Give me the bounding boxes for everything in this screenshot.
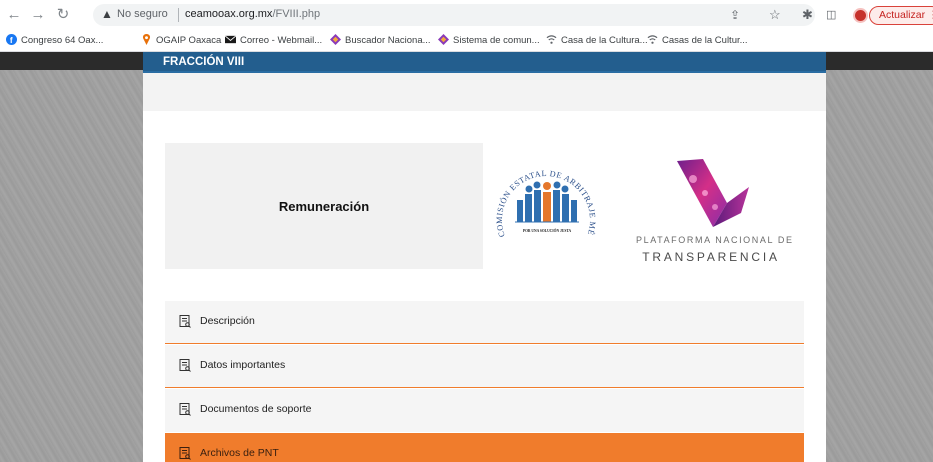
menu-item-datos-importantes[interactable]: Datos importantes bbox=[165, 345, 804, 388]
warning-triangle-icon[interactable]: ▲ bbox=[101, 7, 113, 21]
bookmark-item[interactable]: Sistema de comun... bbox=[438, 33, 540, 49]
pnt-line1: PLATAFORMA NACIONAL DE bbox=[636, 235, 794, 245]
pnt-line2: TRANSPARENCIA bbox=[642, 250, 780, 264]
bookmark-label: Congreso 64 Oax... bbox=[21, 35, 104, 46]
document-icon bbox=[179, 403, 191, 416]
wifi-icon bbox=[546, 35, 557, 44]
section-title: FRACCIÓN VIII bbox=[163, 56, 245, 68]
update-button[interactable]: Actualizar ⋮ bbox=[869, 6, 933, 25]
back-arrow-icon[interactable]: ← bbox=[6, 7, 22, 23]
facebook-icon: f bbox=[6, 34, 17, 45]
document-icon bbox=[179, 447, 191, 460]
section-header-bar: FRACCIÓN VIII bbox=[143, 52, 826, 73]
document-icon bbox=[179, 359, 191, 372]
svg-text:f: f bbox=[10, 36, 13, 45]
bookmark-item[interactable]: OGAIP Oaxaca bbox=[141, 33, 221, 49]
url-text[interactable]: ceamooax.org.mx/FVIII.php bbox=[185, 8, 320, 20]
content-panel: FRACCIÓN VIII Remuneración COMISIÓN ESTA… bbox=[143, 52, 826, 462]
menu-label: Descripción bbox=[200, 315, 255, 327]
bookmark-item[interactable]: Casa de la Cultura... bbox=[546, 33, 648, 49]
diamond-icon bbox=[330, 34, 341, 45]
bookmark-item[interactable]: Correo - Webmail... bbox=[225, 33, 322, 49]
security-label[interactable]: No seguro bbox=[117, 8, 168, 20]
wifi-icon bbox=[647, 35, 658, 44]
forward-arrow-icon[interactable]: → bbox=[30, 7, 46, 23]
menu-label: Archivos de PNT bbox=[200, 447, 279, 459]
remuneracion-box: Remuneración bbox=[165, 143, 483, 269]
bookmark-item[interactable]: Casas de la Cultur... bbox=[647, 33, 748, 49]
reload-icon[interactable]: ↻ bbox=[55, 7, 71, 23]
url-path: /FVIII.php bbox=[272, 8, 321, 20]
bookmark-label: Correo - Webmail... bbox=[240, 35, 323, 46]
bookmark-item[interactable]: Buscador Naciona... bbox=[330, 33, 431, 49]
document-icon bbox=[179, 315, 191, 328]
remuneracion-label: Remuneración bbox=[278, 199, 370, 214]
bookmarks-bar: f Congreso 64 Oax... OGAIP Oaxaca Correo … bbox=[0, 30, 933, 52]
mail-icon bbox=[225, 35, 236, 44]
menu-label: Documentos de soporte bbox=[200, 403, 312, 415]
menu-label: Datos importantes bbox=[200, 359, 286, 371]
bookmark-star-icon[interactable]: ☆ bbox=[769, 7, 781, 23]
browser-toolbar: ← → ↻ ▲ No seguro ceamooax.org.mx/FVIII.… bbox=[0, 0, 933, 30]
address-bar[interactable]: ▲ No seguro ceamooax.org.mx/FVIII.php ⇪ … bbox=[93, 4, 815, 26]
side-panel-icon[interactable]: ◫ bbox=[826, 7, 836, 23]
extensions-puzzle-icon[interactable]: ✱ bbox=[802, 7, 813, 23]
grey-band bbox=[143, 73, 826, 111]
menu-item-archivos-de-pnt[interactable]: Archivos de PNT bbox=[165, 433, 804, 462]
bookmark-label: Buscador Naciona... bbox=[345, 35, 431, 46]
bookmark-label: Casas de la Cultur... bbox=[662, 35, 748, 46]
url-separator bbox=[178, 8, 179, 22]
web-page: FRACCIÓN VIII Remuneración COMISIÓN ESTA… bbox=[0, 52, 933, 462]
profile-avatar[interactable] bbox=[853, 8, 868, 23]
bookmark-item[interactable]: f Congreso 64 Oax... bbox=[6, 33, 103, 49]
menu-item-descripcion[interactable]: Descripción bbox=[165, 301, 804, 344]
cea-oaxaca-logo: COMISIÓN ESTATAL DE ARBITRAJE MÉDICO DE … bbox=[481, 140, 597, 238]
bookmark-label: OGAIP Oaxaca bbox=[156, 35, 222, 46]
url-host: ceamooax.org.mx bbox=[185, 8, 273, 20]
center-figure-icon bbox=[543, 182, 551, 222]
bookmark-label: Sistema de comun... bbox=[453, 35, 540, 46]
cea-ring-text: COMISIÓN ESTATAL DE ARBITRAJE MÉDICO DE … bbox=[481, 140, 597, 238]
map-pin-icon bbox=[142, 34, 151, 45]
bookmark-label: Casa de la Cultura... bbox=[561, 35, 648, 46]
menu-item-documentos-de-soporte[interactable]: Documentos de soporte bbox=[165, 389, 804, 432]
update-label: Actualizar bbox=[879, 9, 926, 21]
share-icon[interactable]: ⇪ bbox=[730, 7, 740, 23]
cea-motto: POR UNA SOLUCIÓN JUSTA bbox=[523, 228, 572, 233]
diamond-icon bbox=[438, 34, 449, 45]
